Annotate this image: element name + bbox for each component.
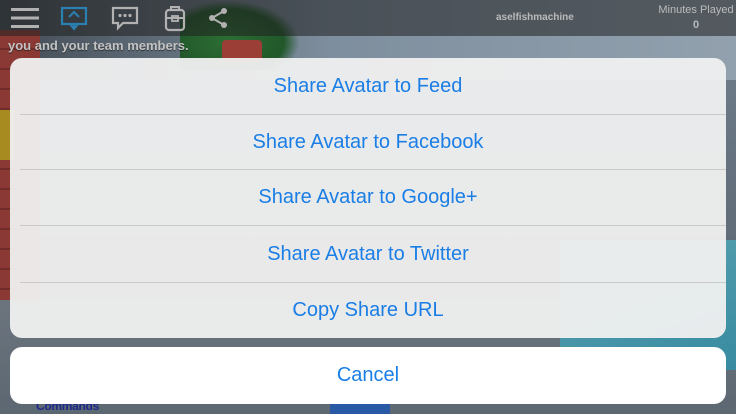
- share-to-twitter-button[interactable]: Share Avatar to Twitter: [10, 226, 726, 282]
- share-action-sheet: Share Avatar to Feed Share Avatar to Fac…: [10, 58, 726, 338]
- copy-share-url-button[interactable]: Copy Share URL: [10, 283, 726, 338]
- share-to-google-plus-button[interactable]: Share Avatar to Google+: [10, 170, 726, 225]
- cancel-button[interactable]: Cancel: [10, 347, 726, 404]
- share-to-facebook-button[interactable]: Share Avatar to Facebook: [10, 115, 726, 169]
- share-to-feed-button[interactable]: Share Avatar to Feed: [10, 58, 726, 114]
